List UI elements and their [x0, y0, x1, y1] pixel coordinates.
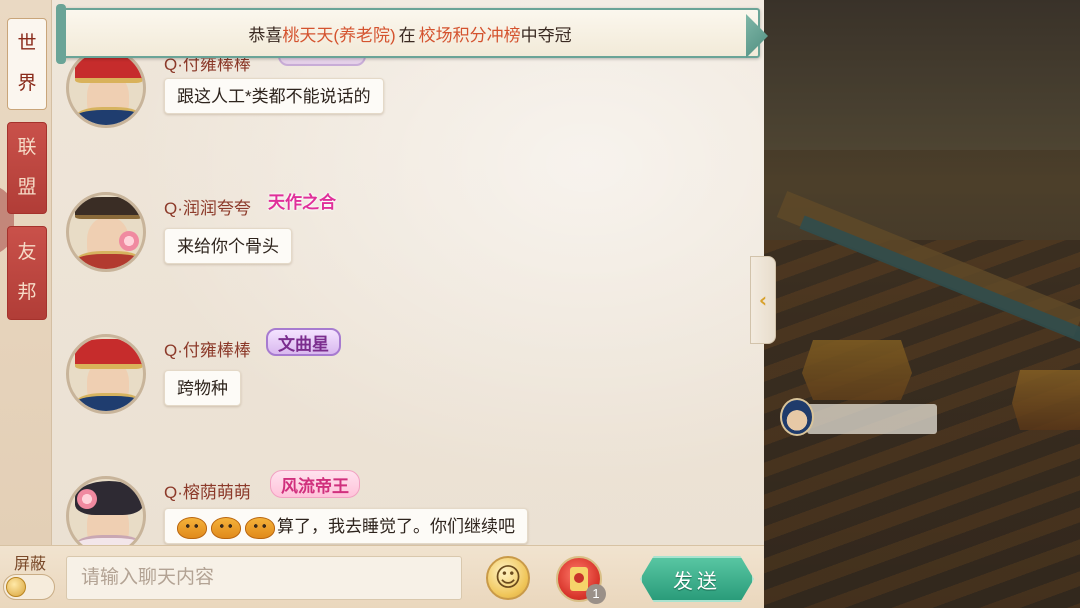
title-badge: 风流帝王 — [270, 470, 360, 498]
tiger-emoji-icon — [245, 516, 275, 539]
tab-world[interactable]: 世 界 — [7, 18, 47, 110]
avatar-robe — [75, 393, 143, 411]
block-toggle[interactable] — [3, 574, 55, 600]
collapse-arrow-icon: ‹ — [758, 288, 768, 312]
banner-event: 校场积分冲榜 — [418, 25, 521, 45]
tab-friends-char-2: 邦 — [17, 282, 37, 303]
message-bubble: 跨物种 — [164, 370, 241, 406]
scene-message-popup[interactable] — [807, 404, 937, 434]
tab-alliance-char-1: 联 — [17, 137, 37, 158]
collapse-panel-button[interactable]: ‹ — [750, 256, 776, 344]
sender-name[interactable]: Q·付雍棒棒 — [164, 336, 251, 361]
sender-name[interactable]: Q·润润夸夸 — [164, 194, 251, 219]
title-badge: 文曲星 — [266, 328, 341, 356]
tiger-emoji-icon — [177, 516, 207, 539]
message-bubble: 跟这人工*类都不能说话的 — [164, 78, 384, 114]
tab-world-char-1: 世 — [17, 33, 37, 54]
emoji-face-icon: ☺ — [494, 563, 522, 593]
toggle-knob-icon — [6, 577, 26, 597]
block-label: 屏蔽 — [14, 556, 47, 573]
avatar[interactable] — [66, 476, 146, 556]
red-packet-icon — [570, 567, 588, 591]
chat-input-bar: 屏蔽 请输入聊天内容 ☺ 1 发送 — [0, 545, 764, 608]
avatar-hat — [75, 339, 143, 369]
tiger-emoji-icon — [211, 516, 241, 539]
avatar[interactable] — [66, 334, 146, 414]
red-packet-count-badge: 1 — [586, 584, 606, 604]
scene-dim-overlay — [762, 0, 1080, 608]
send-button[interactable]: 发送 — [640, 556, 754, 602]
avatar-hat — [75, 197, 143, 219]
avatar[interactable] — [66, 192, 146, 272]
tab-world-char-2: 界 — [17, 73, 37, 94]
tab-alliance-char-2: 盟 — [17, 177, 37, 198]
avatar-robe — [75, 251, 143, 269]
chat-panel: 世 界 联 盟 友 邦 Q·付雍棒棒 跟这人工*类都不能说话的 Q·润润夸夸 天… — [0, 0, 768, 608]
avatar[interactable] — [66, 48, 146, 128]
message-bubble: 来给你个骨头 — [164, 228, 292, 264]
title-badge: 天作之合 — [268, 192, 336, 212]
sender-name[interactable]: Q·榕荫萌萌 — [164, 478, 251, 503]
tab-friendly-nations[interactable]: 友 邦 — [7, 226, 47, 320]
banner-player: 桃天天(养老院) — [282, 25, 396, 45]
chat-input[interactable]: 请输入聊天内容 — [66, 556, 462, 600]
banner-scroll-left — [56, 4, 66, 64]
banner-prefix: 恭喜 — [248, 25, 283, 45]
emoji-row — [177, 516, 275, 539]
channel-tabs: 世 界 联 盟 友 邦 — [0, 0, 52, 545]
tab-friends-char-1: 友 — [17, 242, 37, 263]
banner-suffix: 中夺冠 — [520, 25, 572, 45]
game-scene-background — [762, 0, 1080, 608]
emoji-button[interactable]: ☺ — [486, 556, 530, 600]
message-bubble: 算了，我去睡觉了。你们继续吧 — [164, 508, 528, 544]
avatar-robe — [75, 107, 143, 125]
message-text: 算了，我去睡觉了。你们继续吧 — [277, 517, 515, 536]
chat-background — [52, 0, 764, 545]
announcement-banner: 恭喜 桃天天(养老院) 在 校场积分冲榜 中夺冠 — [56, 4, 768, 64]
scene-npc-avatar[interactable] — [780, 398, 814, 436]
flower-icon — [119, 231, 139, 251]
banner-middle: 在 — [398, 25, 416, 45]
tab-alliance[interactable]: 联 盟 — [7, 122, 47, 214]
flower-icon — [77, 489, 97, 509]
